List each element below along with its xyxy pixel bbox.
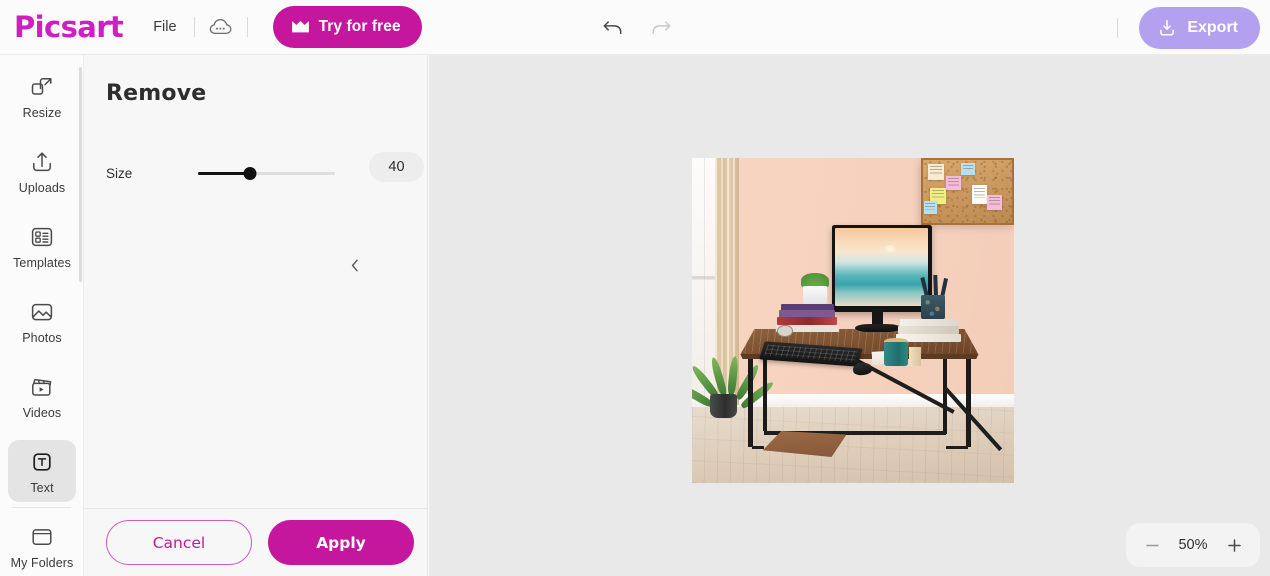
desk-foot (945, 445, 969, 450)
panel-footer: Cancel Apply (84, 508, 428, 576)
coffee-mug (883, 341, 908, 366)
zoom-in-button[interactable] (1224, 535, 1244, 555)
export-button[interactable]: Export (1139, 6, 1260, 49)
screen-sun (883, 245, 896, 253)
try-for-free-button[interactable]: Try for free (272, 6, 422, 48)
sidebar-item-text[interactable]: Text (8, 440, 76, 502)
sidebar-item-videos[interactable]: Videos (8, 365, 76, 427)
download-icon (1160, 19, 1175, 36)
templates-icon (31, 227, 53, 247)
divider (193, 17, 195, 37)
pen-holder (920, 294, 945, 320)
apply-button[interactable]: Apply (268, 520, 414, 565)
slider-thumb[interactable] (243, 167, 257, 180)
sidebar-scrollbar[interactable] (79, 67, 82, 282)
monitor (832, 224, 932, 313)
artboard-image[interactable] (692, 158, 1014, 483)
pen (932, 274, 938, 297)
desk-foot (751, 445, 765, 450)
cancel-button[interactable]: Cancel (106, 520, 252, 565)
sidebar-item-label: Resize (22, 106, 62, 120)
sticky-note (945, 176, 962, 191)
sidebar-item-photos[interactable]: Photos (8, 290, 76, 352)
canvas-area[interactable]: 50% (429, 55, 1270, 576)
sticky-note (986, 195, 1003, 211)
picsart-logo[interactable]: Picsart (14, 10, 124, 44)
desk-leg (748, 349, 754, 448)
photo-icon (31, 303, 53, 321)
candle (909, 346, 921, 366)
slider-fill (198, 172, 251, 175)
sidebar-bottom: My Folders (0, 515, 83, 576)
sticky-note (923, 201, 937, 214)
book (898, 326, 960, 334)
file-menu[interactable]: File (147, 15, 182, 39)
zoom-controls: 50% (1126, 523, 1260, 567)
sticky-note (927, 163, 945, 181)
folder-icon (32, 529, 52, 545)
tool-panel: Remove Size 40 Cancel Apply (84, 55, 428, 576)
redo-arrow-icon[interactable] (646, 14, 676, 42)
sidebar-item-label: Videos (22, 406, 62, 420)
minus-icon (1145, 544, 1159, 546)
upload-icon (33, 152, 51, 172)
size-value-input[interactable]: 40 (369, 152, 424, 182)
text-icon (33, 453, 51, 471)
sidebar-item-label: Text (30, 481, 54, 495)
divider (1117, 17, 1119, 38)
photo-scene (692, 158, 1014, 483)
desk-clock (777, 325, 793, 338)
small-planter (803, 286, 828, 305)
sticky-note (971, 185, 987, 204)
history-controls (598, 0, 676, 55)
plus-icon (1227, 538, 1241, 552)
sidebar-item-templates[interactable]: Templates (8, 215, 76, 277)
size-slider[interactable] (198, 163, 335, 183)
sidebar-item-label: Uploads (18, 181, 66, 195)
resize-icon (31, 78, 52, 95)
header-right: Export (1106, 0, 1260, 55)
sidebar-item-my-folders[interactable]: My Folders (8, 515, 76, 576)
size-label: Size (106, 165, 133, 181)
zoom-out-button[interactable] (1142, 535, 1162, 555)
desk-leg (965, 349, 971, 448)
monitor-screen (835, 228, 929, 307)
crown-icon (291, 20, 309, 33)
panel-title: Remove (106, 81, 207, 106)
export-label: Export (1187, 18, 1238, 36)
video-icon (32, 378, 52, 396)
monitor-base (854, 323, 902, 333)
picsart-editor: Picsart File Try for free Export Resize … (0, 0, 1270, 576)
sidebar-item-label: My Folders (10, 556, 74, 570)
plant-pot (709, 393, 738, 418)
left-sidebar: Resize Uploads Templates Photos Videos T… (0, 55, 84, 576)
corkboard (920, 158, 1014, 225)
chevron-left-icon (351, 259, 358, 272)
size-control-row: Size 40 (106, 152, 424, 190)
logo-text: Picsart (14, 10, 124, 44)
sidebar-item-uploads[interactable]: Uploads (8, 140, 76, 202)
zoom-level: 50% (1178, 537, 1208, 553)
sticky-note (961, 162, 976, 176)
sidebar-scroll-area: Resize Uploads Templates Photos Videos T… (0, 55, 83, 507)
sidebar-item-resize[interactable]: Resize (8, 65, 76, 127)
monitor-neck (872, 309, 884, 326)
undo-arrow-icon[interactable] (598, 14, 628, 42)
try-for-free-label: Try for free (318, 18, 401, 35)
cloud-dots-icon[interactable] (206, 14, 236, 40)
desk-leg (762, 349, 767, 431)
divider (246, 17, 248, 37)
sidebar-item-label: Templates (13, 256, 71, 270)
app-header: Picsart File Try for free Export (0, 0, 1270, 55)
sidebar-item-label: Photos (22, 331, 62, 345)
sidebar-divider (12, 507, 71, 508)
collapse-panel-button[interactable] (344, 238, 365, 293)
